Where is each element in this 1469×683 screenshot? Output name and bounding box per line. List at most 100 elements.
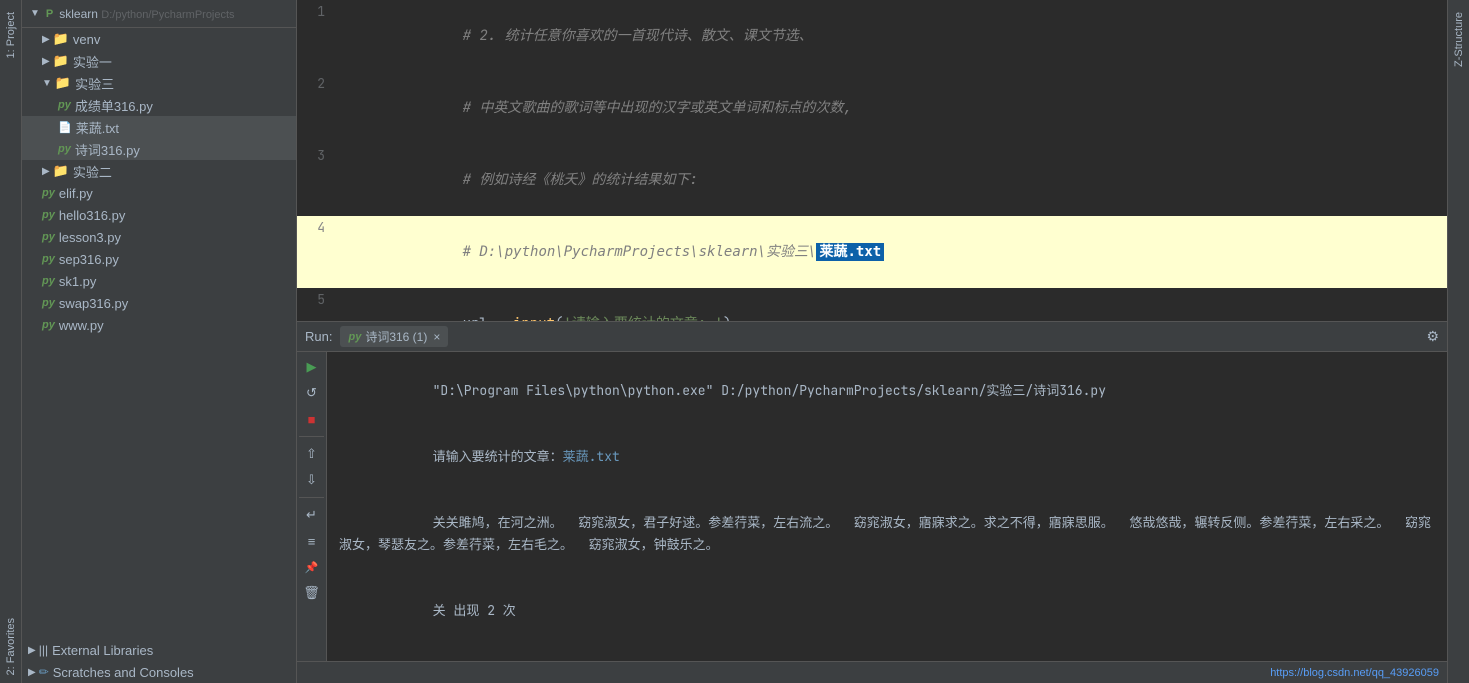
table-row: 3 # 例如诗经《桃夭》的统计结果如下:	[297, 144, 1447, 216]
py-icon: py	[42, 231, 55, 243]
sidebar-item-venv[interactable]: ▶ 📁 venv	[22, 28, 296, 50]
item-label: hello316.py	[59, 208, 126, 223]
py-icon: py	[42, 253, 55, 265]
arrow-icon: ▶	[42, 34, 50, 45]
editor-area: 1 # 2. 统计任意你喜欢的一首现代诗、散文、课文节选、 2 # 中英文歌曲的…	[297, 0, 1447, 683]
line-code[interactable]: # 中英文歌曲的歌词等中出现的汉字或英文单词和标点的次数,	[337, 72, 1447, 144]
sidebar-item-sep316[interactable]: py sep316.py	[22, 248, 296, 270]
arrow-icon: ▼	[42, 78, 52, 89]
comment-text: # 2. 统计任意你喜欢的一首现代诗、散文、课文节选、	[463, 27, 813, 45]
sidebar-item-scratches[interactable]: ▶ ✏ Scratches and Consoles	[22, 661, 296, 683]
run-body: ▶ ↺ ■ ⇧ ⇩ ↵ ≡ 📌 🗑 "D:\Program Files\pyth…	[297, 352, 1447, 661]
table-row: 4 # D:\python\PycharmProjects\sklearn\实验…	[297, 216, 1447, 288]
run-stop-button[interactable]: ■	[301, 408, 323, 430]
run-wrap-button[interactable]: ↵	[301, 504, 323, 526]
sidebar-item-ext-libs[interactable]: ▶ ||| External Libraries	[22, 639, 296, 661]
console-output-text: 关 出现 2 次	[433, 602, 516, 619]
arrow-icon: ▶	[42, 56, 50, 67]
tab-favorites[interactable]: 2: Favorites	[5, 610, 17, 683]
run-scroll-up-button[interactable]: ⇧	[301, 443, 323, 465]
status-link[interactable]: https://blog.csdn.net/qq_43926059	[1270, 667, 1439, 679]
py-icon: py	[58, 99, 71, 111]
sidebar-item-laishu[interactable]: 📄 莱蔬.txt	[22, 116, 296, 138]
item-label: www.py	[59, 318, 104, 333]
sidebar-item-chengji[interactable]: py 成绩单316.py	[22, 94, 296, 116]
item-label: 实验一	[73, 52, 112, 71]
status-bar: https://blog.csdn.net/qq_43926059	[297, 661, 1447, 683]
z-structure-label[interactable]: Z-Structure	[1453, 12, 1465, 67]
run-toolbar: ▶ ↺ ■ ⇧ ⇩ ↵ ≡ 📌 🗑	[297, 352, 327, 661]
table-row: 1 # 2. 统计任意你喜欢的一首现代诗、散文、课文节选、	[297, 0, 1447, 72]
scratch-icon: ✏	[39, 665, 49, 679]
run-tab-label: 诗词316 (1)	[365, 328, 427, 345]
py-icon: py	[42, 187, 55, 199]
run-panel: Run: py 诗词316 (1) × ⚙ ▶ ↺ ■ ⇧ ⇩	[297, 321, 1447, 661]
arrow-icon: ▶	[28, 667, 36, 678]
line-code[interactable]: # D:\python\PycharmProjects\sklearn\实验三\…	[337, 216, 1447, 288]
line-number: 2	[297, 72, 337, 144]
item-label: Scratches and Consoles	[53, 665, 194, 680]
run-header: Run: py 诗词316 (1) × ⚙	[297, 322, 1447, 352]
sidebar-item-exp3[interactable]: ▼ 📁 实验三	[22, 72, 296, 94]
project-header: ▼ P sklearn D:/python/PycharmProjects	[22, 0, 296, 28]
sidebar-item-swap316[interactable]: py swap316.py	[22, 292, 296, 314]
py-icon: py	[42, 297, 55, 309]
console-output-text: 关关雎鸠，在河之洲。 窈窕淑女，君子好逑。参差荇菜，左右流之。 窈窕淑女，寤寐求…	[339, 514, 1431, 553]
line-code[interactable]: url = input('请输入要统计的文章: ')	[337, 288, 1447, 321]
tab-project[interactable]: 1: Project	[5, 4, 17, 66]
line-code[interactable]: # 例如诗经《桃夭》的统计结果如下:	[337, 144, 1447, 216]
py-icon: py	[58, 143, 71, 155]
gear-icon[interactable]: ⚙	[1426, 328, 1439, 345]
code-editor[interactable]: 1 # 2. 统计任意你喜欢的一首现代诗、散文、课文节选、 2 # 中英文歌曲的…	[297, 0, 1447, 321]
line-code[interactable]: # 2. 统计任意你喜欢的一首现代诗、散文、课文节选、	[337, 0, 1447, 72]
project-icon: P	[46, 8, 53, 20]
item-label: 成绩单316.py	[75, 96, 153, 115]
run-clear-button[interactable]: 🗑	[301, 582, 323, 604]
table-row: 2 # 中英文歌曲的歌词等中出现的汉字或英文单词和标点的次数,	[297, 72, 1447, 144]
run-align-button[interactable]: ≡	[301, 530, 323, 552]
item-label: elif.py	[59, 186, 93, 201]
run-tab-icon: py	[348, 331, 361, 343]
sidebar-item-elif[interactable]: py elif.py	[22, 182, 296, 204]
sidebar-item-www[interactable]: py www.py	[22, 314, 296, 336]
run-tab[interactable]: py 诗词316 (1) ×	[340, 326, 448, 347]
run-rerun-button[interactable]: ↺	[301, 382, 323, 404]
comment-text: # 例如诗经《桃夭》的统计结果如下:	[463, 171, 698, 189]
run-play-button[interactable]: ▶	[301, 356, 323, 378]
py-icon: py	[42, 209, 55, 221]
sidebar-item-sk1[interactable]: py sk1.py	[22, 270, 296, 292]
console-line-prompt: 请输入要统计的文章：莱蔬.txt	[339, 424, 1435, 490]
arrow-icon: ▶	[28, 645, 36, 656]
console-line-output: 关关雎鸠，在河之洲。 窈窕淑女，君子好逑。参差荇菜，左右流之。 窈窕淑女，寤寐求…	[339, 490, 1435, 578]
item-label: sep316.py	[59, 252, 119, 267]
project-sidebar: ▼ P sklearn D:/python/PycharmProjects ▶ …	[22, 0, 297, 683]
txt-icon: 📄	[58, 121, 72, 134]
project-arrow: ▼	[30, 8, 40, 19]
run-scroll-down-button[interactable]: ⇩	[301, 469, 323, 491]
left-vtab-strip: 1: Project 2: Favorites	[0, 0, 22, 683]
run-header-left: Run: py 诗词316 (1) ×	[305, 326, 448, 347]
py-icon: py	[42, 275, 55, 287]
project-title: sklearn D:/python/PycharmProjects	[59, 7, 234, 21]
sidebar-item-exp1[interactable]: ▶ 📁 实验一	[22, 50, 296, 72]
item-label: 实验三	[75, 74, 114, 93]
sidebar-item-lesson3[interactable]: py lesson3.py	[22, 226, 296, 248]
console-prompt-text: 请输入要统计的文章：	[433, 448, 563, 465]
run-pin-button[interactable]: 📌	[301, 556, 323, 578]
code-table: 1 # 2. 统计任意你喜欢的一首现代诗、散文、课文节选、 2 # 中英文歌曲的…	[297, 0, 1447, 321]
run-tab-close[interactable]: ×	[433, 330, 440, 344]
folder-icon: 📁	[53, 53, 69, 69]
sidebar-item-hello[interactable]: py hello316.py	[22, 204, 296, 226]
line-number: 5	[297, 288, 337, 321]
sidebar-item-exp2[interactable]: ▶ 📁 实验二	[22, 160, 296, 182]
arrow-icon: ▶	[42, 166, 50, 177]
item-label: lesson3.py	[59, 230, 121, 245]
console-line-path: "D:\Program Files\python\python.exe" D:/…	[339, 358, 1435, 424]
run-label: Run:	[305, 329, 332, 344]
highlighted-filename: 莱蔬.txt	[816, 243, 884, 261]
comment-text: # 中英文歌曲的歌词等中出现的汉字或英文单词和标点的次数,	[463, 99, 852, 117]
sidebar-item-shici[interactable]: py 诗词316.py	[22, 138, 296, 160]
item-label: 莱蔬.txt	[76, 118, 119, 137]
line-number: 4	[297, 216, 337, 288]
py-icon: py	[42, 319, 55, 331]
